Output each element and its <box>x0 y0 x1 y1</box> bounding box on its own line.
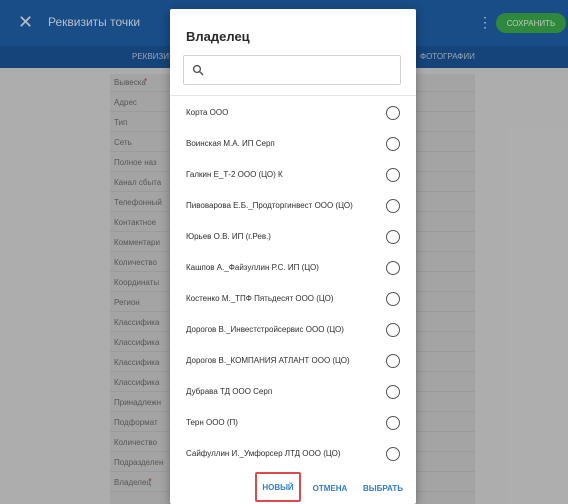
owner-list-item[interactable]: Дорогов В._Инвестстройсервис ООО (ЦО) <box>170 313 416 347</box>
owner-list-item[interactable]: Сайфуллин И._Умфорсер ЛТД ООО (ЦО) <box>170 437 416 471</box>
dialog-title: Владелец <box>186 29 250 44</box>
owner-name: Кашпов А._Файзуллин Р.С. ИП (ЦО) <box>186 263 319 272</box>
search-input[interactable] <box>210 60 396 80</box>
owner-name: Костенко М._ТПФ Пятьдесят ООО (ЦО) <box>186 294 334 303</box>
owner-name: Терн ООО (П) <box>186 418 238 427</box>
radio-button[interactable] <box>386 354 400 368</box>
owner-list-item[interactable]: Терн ООО (П) <box>170 406 416 440</box>
owner-name: Пивоварова Е.Б._Продторгинвест ООО (ЦО) <box>186 201 353 210</box>
new-button[interactable]: Новый <box>255 472 301 502</box>
owner-list-item[interactable]: Юрьев О.В. ИП (г.Рев.) <box>170 220 416 254</box>
radio-button[interactable] <box>386 447 400 461</box>
owner-name: Дорогов В._КОМПАНИЯ АТЛАНТ ООО (ЦО) <box>186 356 350 365</box>
owner-name: Сайфуллин И._Умфорсер ЛТД ООО (ЦО) <box>186 449 341 458</box>
owner-name: Юрьев О.В. ИП (г.Рев.) <box>186 232 271 241</box>
radio-button[interactable] <box>386 323 400 337</box>
owner-name: Галкин Е_Т-2 ООО (ЦО) К <box>186 170 283 179</box>
radio-button[interactable] <box>386 199 400 213</box>
owner-list-item[interactable]: Дубрава ТД ООО Серп <box>170 375 416 409</box>
owner-name: Дорогов В._Инвестстройсервис ООО (ЦО) <box>186 325 344 334</box>
radio-button[interactable] <box>386 137 400 151</box>
owner-dialog: Владелец Корта ООО Воинская М.А. ИП Серп Г… <box>170 9 416 504</box>
owner-list-item[interactable]: Кашпов А._Файзуллин Р.С. ИП (ЦО) <box>170 251 416 285</box>
owner-list-item[interactable]: Костенко М._ТПФ Пятьдесят ООО (ЦО) <box>170 282 416 316</box>
radio-button[interactable] <box>386 416 400 430</box>
owner-name: Воинская М.А. ИП Серп <box>186 139 275 148</box>
owner-list-item[interactable]: Воинская М.А. ИП Серп <box>170 127 416 161</box>
search-icon <box>192 64 204 76</box>
radio-button[interactable] <box>386 106 400 120</box>
owner-name: Дубрава ТД ООО Серп <box>186 387 273 396</box>
cancel-button[interactable]: Отмена <box>308 478 352 498</box>
radio-button[interactable] <box>386 385 400 399</box>
radio-button[interactable] <box>386 261 400 275</box>
search-box[interactable] <box>183 55 401 85</box>
radio-button[interactable] <box>386 230 400 244</box>
owner-list-item[interactable]: Корта ООО <box>170 96 416 130</box>
owner-list-item[interactable]: Дорогов В._КОМПАНИЯ АТЛАНТ ООО (ЦО) <box>170 344 416 378</box>
owner-name: Корта ООО <box>186 108 229 117</box>
dialog-actions: Новый Отмена Выбрать <box>170 470 416 504</box>
owner-list-item[interactable]: Пивоварова Е.Б._Продторгинвест ООО (ЦО) <box>170 189 416 223</box>
choose-button[interactable]: Выбрать <box>358 478 408 498</box>
owner-list-item[interactable]: Галкин Е_Т-2 ООО (ЦО) К <box>170 158 416 192</box>
radio-button[interactable] <box>386 168 400 182</box>
radio-button[interactable] <box>386 292 400 306</box>
